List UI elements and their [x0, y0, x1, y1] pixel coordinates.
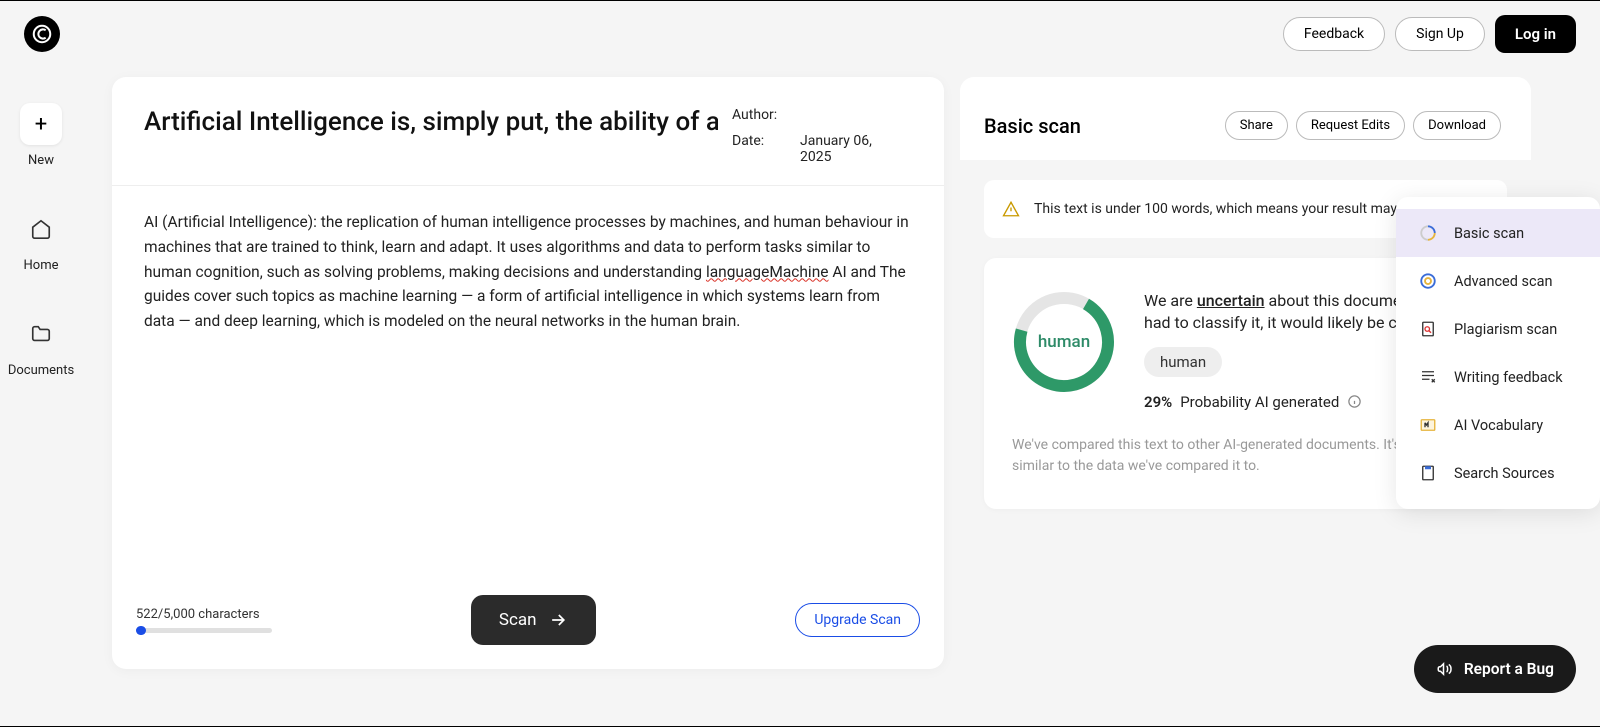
signup-button[interactable]: Sign Up [1395, 17, 1485, 51]
menu-search-sources[interactable]: Search Sources [1396, 449, 1600, 497]
scan-label: Scan [499, 610, 537, 630]
character-count: 522/5,000 characters [136, 607, 272, 622]
menu-label: Writing feedback [1454, 369, 1563, 386]
document-panel: Artificial Intelligence is, simply put, … [112, 77, 944, 669]
megaphone-icon [1436, 660, 1454, 678]
plagiarism-icon [1419, 320, 1437, 338]
character-progress [136, 628, 272, 633]
probability-donut: human [1012, 290, 1116, 394]
writing-icon [1419, 368, 1437, 386]
warning-text: This text is under 100 words, which mean… [1034, 201, 1423, 217]
author-label: Author: [732, 107, 782, 123]
probability-label: Probability AI generated [1180, 393, 1339, 411]
warning-icon [1002, 200, 1020, 218]
document-title[interactable]: Artificial Intelligence is, simply put, … [144, 107, 718, 137]
menu-label: Basic scan [1454, 225, 1524, 242]
plus-icon: + [35, 112, 47, 137]
home-nav[interactable]: Home [20, 208, 62, 273]
info-icon[interactable] [1347, 394, 1362, 409]
donut-label: human [1012, 290, 1116, 394]
report-bug-button[interactable]: Report a Bug [1414, 645, 1576, 693]
share-button[interactable]: Share [1225, 111, 1288, 140]
menu-ai-vocabulary[interactable]: AI Vocabulary [1396, 401, 1600, 449]
spelling-error[interactable]: languageMachine [706, 263, 829, 281]
sources-icon [1419, 464, 1437, 482]
results-title: Basic scan [984, 114, 1081, 138]
basic-scan-icon [1419, 224, 1437, 242]
menu-label: AI Vocabulary [1454, 417, 1543, 434]
new-label: New [28, 153, 54, 168]
app-logo[interactable] [24, 16, 60, 52]
menu-label: Plagiarism scan [1454, 321, 1557, 338]
menu-plagiarism-scan[interactable]: Plagiarism scan [1396, 305, 1600, 353]
menu-writing-feedback[interactable]: Writing feedback [1396, 353, 1600, 401]
upgrade-scan-button[interactable]: Upgrade Scan [795, 603, 920, 637]
probability-percent: 29% [1144, 393, 1172, 411]
menu-basic-scan[interactable]: Basic scan [1396, 209, 1600, 257]
menu-label: Advanced scan [1454, 273, 1552, 290]
menu-advanced-scan[interactable]: Advanced scan [1396, 257, 1600, 305]
documents-label: Documents [8, 363, 74, 378]
document-body[interactable]: AI (Artificial Intelligence): the replic… [112, 186, 944, 577]
documents-nav[interactable]: Documents [8, 313, 74, 378]
home-icon [30, 218, 52, 240]
home-label: Home [24, 258, 59, 273]
new-button[interactable]: + New [20, 103, 62, 168]
scan-type-menu: Basic scan Advanced scan Plagiarism scan… [1396, 197, 1600, 509]
scan-button[interactable]: Scan [471, 595, 597, 645]
menu-label: Search Sources [1454, 465, 1555, 482]
date-value: January 06, 2025 [800, 133, 900, 165]
request-edits-button[interactable]: Request Edits [1296, 111, 1405, 140]
folder-icon [30, 323, 52, 345]
classification-pill: human [1144, 347, 1222, 377]
advanced-scan-icon [1419, 272, 1437, 290]
date-label: Date: [732, 133, 782, 165]
vocabulary-icon [1419, 416, 1437, 434]
bug-label: Report a Bug [1464, 660, 1554, 678]
arrow-right-icon [548, 610, 568, 630]
download-button[interactable]: Download [1413, 111, 1501, 140]
feedback-button[interactable]: Feedback [1283, 17, 1385, 51]
login-button[interactable]: Log in [1495, 15, 1576, 53]
